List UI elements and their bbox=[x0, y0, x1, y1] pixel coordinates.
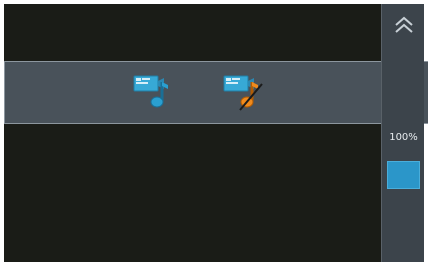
filter-strip bbox=[4, 61, 428, 124]
film-note-icon bbox=[133, 75, 168, 108]
collapse-button[interactable] bbox=[392, 14, 416, 36]
audio-clip-filter-orange[interactable] bbox=[222, 72, 266, 116]
side-panel: 100% bbox=[381, 4, 424, 262]
app-window bbox=[4, 4, 424, 262]
double-chevron-up-icon bbox=[395, 16, 413, 33]
film-note-icon bbox=[223, 75, 263, 111]
zoom-percentage: 100% bbox=[389, 132, 418, 143]
zoom-slider[interactable] bbox=[387, 161, 420, 189]
audio-clip-filter-blue[interactable] bbox=[132, 72, 176, 116]
